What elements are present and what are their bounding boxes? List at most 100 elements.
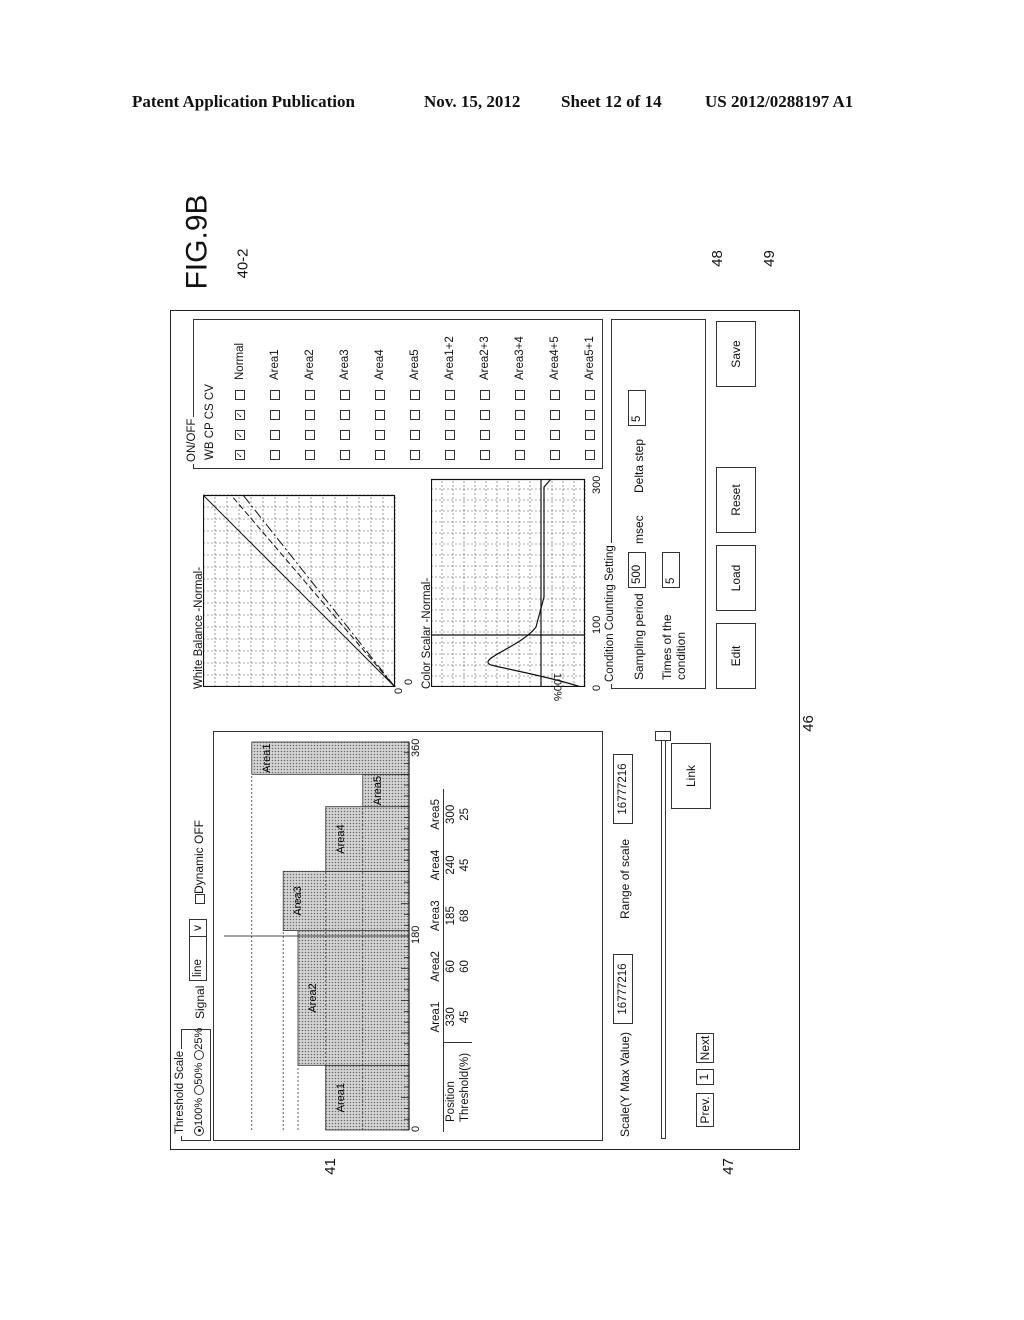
white-balance-chart[interactable] xyxy=(203,479,408,687)
reset-button[interactable]: Reset xyxy=(716,467,756,533)
signal-select[interactable]: line v xyxy=(189,919,207,981)
times-input[interactable]: 5 xyxy=(662,552,680,588)
onoff-checkbox[interactable] xyxy=(584,390,595,400)
onoff-row: Area4 xyxy=(362,336,397,460)
threshold-bar-chart[interactable]: Area1 Area2 Area3 Area4 Area5 Area1 xyxy=(214,732,414,1140)
scale-slider-track[interactable] xyxy=(661,737,666,1139)
cell[interactable]: 300 xyxy=(444,789,459,840)
onoff-checkbox[interactable] xyxy=(339,450,350,460)
cell[interactable]: 25 xyxy=(458,789,472,840)
onoff-checkbox[interactable] xyxy=(409,450,420,460)
wb-origin-x: 0 xyxy=(393,687,405,694)
onoff-checkbox[interactable] xyxy=(269,390,280,400)
next-button[interactable]: Next xyxy=(696,1033,714,1063)
times-label-1: Times of the xyxy=(660,614,674,680)
onoff-checkbox[interactable]: ✓ xyxy=(234,430,245,440)
onoff-checkbox[interactable] xyxy=(479,390,490,400)
cell[interactable]: 68 xyxy=(458,890,472,941)
header-area3: Area3 xyxy=(430,900,442,932)
onoff-checkbox[interactable] xyxy=(444,430,455,440)
link-button[interactable]: Link xyxy=(671,743,711,809)
edit-button[interactable]: Edit xyxy=(716,623,756,689)
color-scalar-chart[interactable] xyxy=(431,475,591,687)
onoff-checkbox[interactable] xyxy=(584,430,595,440)
onoff-checkbox[interactable] xyxy=(409,430,420,440)
onoff-checkbox[interactable] xyxy=(549,450,560,460)
cell[interactable]: 45 xyxy=(458,992,472,1043)
chevron-down-icon[interactable]: v xyxy=(190,920,206,937)
cell[interactable]: 185 xyxy=(444,890,459,941)
delta-input[interactable]: 5 xyxy=(628,390,646,426)
dynamic-toggle[interactable]: Dynamic OFF xyxy=(192,820,206,904)
radio-25[interactable] xyxy=(194,1049,205,1060)
onoff-row-label: Area4 xyxy=(373,349,386,380)
onoff-checkbox[interactable] xyxy=(549,410,560,420)
onoff-checkbox[interactable] xyxy=(479,410,490,420)
onoff-row: Area2 xyxy=(292,336,327,460)
sampling-input[interactable]: 500 xyxy=(628,552,646,588)
onoff-checkbox[interactable] xyxy=(409,390,420,400)
dynamic-checkbox[interactable] xyxy=(194,894,205,904)
onoff-checkbox[interactable] xyxy=(304,390,315,400)
cell[interactable]: 45 xyxy=(458,840,472,891)
onoff-checkbox[interactable] xyxy=(234,390,245,400)
load-button[interactable]: Load xyxy=(716,545,756,611)
cell[interactable]: 60 xyxy=(444,941,459,992)
radio-50[interactable] xyxy=(194,1084,205,1095)
onoff-checkbox[interactable] xyxy=(514,410,525,420)
range-input[interactable]: 16777216 xyxy=(613,754,633,824)
onoff-checkbox[interactable] xyxy=(374,450,385,460)
onoff-checkbox[interactable] xyxy=(339,410,350,420)
col-cv: CV xyxy=(204,384,216,401)
threshold-scale-options: 100% 50% 25% xyxy=(193,1028,205,1136)
cell[interactable]: 240 xyxy=(444,840,459,891)
onoff-checkbox[interactable] xyxy=(269,410,280,420)
onoff-checkbox[interactable] xyxy=(584,410,595,420)
cs-tick-300: 300 xyxy=(591,475,603,494)
onoff-checkbox[interactable] xyxy=(584,450,595,460)
onoff-checkbox[interactable] xyxy=(514,390,525,400)
onoff-checkbox[interactable] xyxy=(444,410,455,420)
onoff-checkbox[interactable] xyxy=(514,430,525,440)
onoff-checkbox[interactable] xyxy=(549,430,560,440)
radio-100[interactable] xyxy=(194,1126,205,1136)
onoff-checkbox[interactable] xyxy=(269,450,280,460)
scale-slider-handle[interactable] xyxy=(655,731,671,741)
onoff-checkbox[interactable] xyxy=(304,410,315,420)
cs-tick-0: 0 xyxy=(591,684,603,691)
onoff-columns: WB CP CS CV xyxy=(204,384,216,460)
cell[interactable]: 330 xyxy=(444,992,459,1043)
page-input[interactable]: 1 xyxy=(696,1069,714,1085)
onoff-checkbox[interactable] xyxy=(374,430,385,440)
prev-button[interactable]: Prev. xyxy=(696,1093,714,1127)
header-area2: Area2 xyxy=(430,951,442,982)
onoff-checkbox[interactable] xyxy=(444,450,455,460)
scale-input[interactable]: 16777216 xyxy=(613,954,633,1024)
save-button[interactable]: Save xyxy=(716,321,756,387)
bar-area1 xyxy=(251,741,410,775)
publication-label: Patent Application Publication xyxy=(132,92,355,111)
onoff-group: ON/OFF WB CP CS CV ✓ ✓ ✓ Normal Area1 Area2 Ar… xyxy=(186,319,603,469)
bar-label: Area5 xyxy=(372,776,384,805)
delta-label: Delta step xyxy=(632,438,646,493)
onoff-checkbox[interactable] xyxy=(479,430,490,440)
onoff-checkbox[interactable] xyxy=(339,390,350,400)
onoff-checkbox[interactable] xyxy=(549,390,560,400)
settings-window: Threshold Scale 100% 50% 25% Signal line… xyxy=(170,310,800,1150)
onoff-checkbox[interactable] xyxy=(374,410,385,420)
onoff-checkbox[interactable] xyxy=(304,450,315,460)
onoff-checkbox[interactable] xyxy=(479,450,490,460)
onoff-checkbox[interactable] xyxy=(269,430,280,440)
onoff-checkbox[interactable]: ✓ xyxy=(234,450,245,460)
onoff-checkbox[interactable] xyxy=(409,410,420,420)
wb-origin-y: 0 xyxy=(403,678,415,685)
onoff-checkbox[interactable] xyxy=(444,390,455,400)
col-cp: CP xyxy=(204,422,216,439)
onoff-row-label: Area3+4 xyxy=(513,336,526,380)
onoff-checkbox[interactable] xyxy=(304,430,315,440)
cell[interactable]: 60 xyxy=(458,941,472,992)
onoff-checkbox[interactable] xyxy=(374,390,385,400)
onoff-checkbox[interactable]: ✓ xyxy=(234,410,245,420)
onoff-checkbox[interactable] xyxy=(514,450,525,460)
onoff-checkbox[interactable] xyxy=(339,430,350,440)
